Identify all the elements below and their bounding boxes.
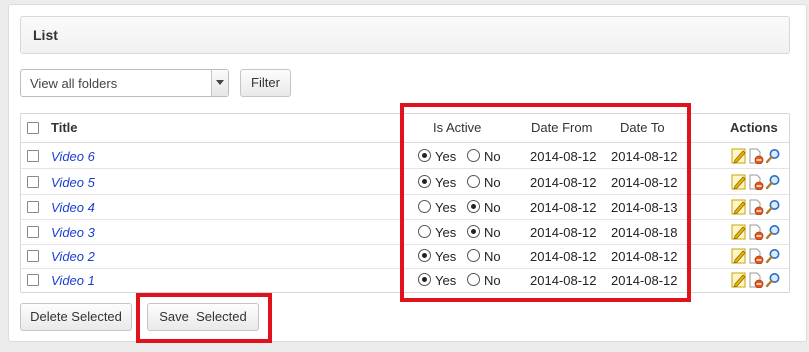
row-checkbox[interactable] [27, 176, 39, 188]
delete-document-icon[interactable] [748, 272, 764, 289]
video-title-link[interactable]: Video 5 [51, 175, 95, 190]
delete-document-icon[interactable] [748, 174, 764, 191]
chevron-down-icon[interactable] [211, 70, 228, 96]
delete-document-icon[interactable] [748, 248, 764, 265]
view-magnifier-icon[interactable] [765, 248, 781, 264]
video-title-link[interactable]: Video 4 [51, 200, 95, 215]
edit-icon[interactable] [731, 148, 747, 164]
delete-selected-button[interactable]: Delete Selected [20, 303, 132, 331]
select-all-checkbox[interactable] [27, 122, 39, 134]
view-magnifier-icon[interactable] [765, 148, 781, 164]
list-header: List [20, 16, 790, 54]
video-title-link[interactable]: Video 3 [51, 225, 95, 240]
folder-select-value: View all folders [30, 76, 118, 91]
edit-icon[interactable] [731, 272, 747, 288]
edit-icon[interactable] [731, 199, 747, 215]
view-magnifier-icon[interactable] [765, 224, 781, 240]
filter-button[interactable]: Filter [240, 69, 291, 97]
row-checkbox[interactable] [27, 274, 39, 286]
highlight-box-active-dates [400, 103, 691, 302]
row-checkbox[interactable] [27, 201, 39, 213]
delete-document-icon[interactable] [748, 148, 764, 165]
video-title-link[interactable]: Video 6 [51, 149, 95, 164]
edit-icon[interactable] [731, 248, 747, 264]
delete-document-icon[interactable] [748, 199, 764, 216]
list-title: List [33, 27, 58, 43]
delete-document-icon[interactable] [748, 224, 764, 241]
view-magnifier-icon[interactable] [765, 272, 781, 288]
column-header-title: Title [51, 120, 78, 135]
video-title-link[interactable]: Video 1 [51, 273, 95, 288]
edit-icon[interactable] [731, 224, 747, 240]
column-header-actions: Actions [730, 120, 778, 135]
view-magnifier-icon[interactable] [765, 174, 781, 190]
highlight-box-save-button [136, 293, 272, 343]
video-title-link[interactable]: Video 2 [51, 249, 95, 264]
row-checkbox[interactable] [27, 150, 39, 162]
folder-select[interactable]: View all folders [20, 69, 229, 97]
view-magnifier-icon[interactable] [765, 199, 781, 215]
edit-icon[interactable] [731, 174, 747, 190]
row-checkbox[interactable] [27, 250, 39, 262]
row-checkbox[interactable] [27, 226, 39, 238]
